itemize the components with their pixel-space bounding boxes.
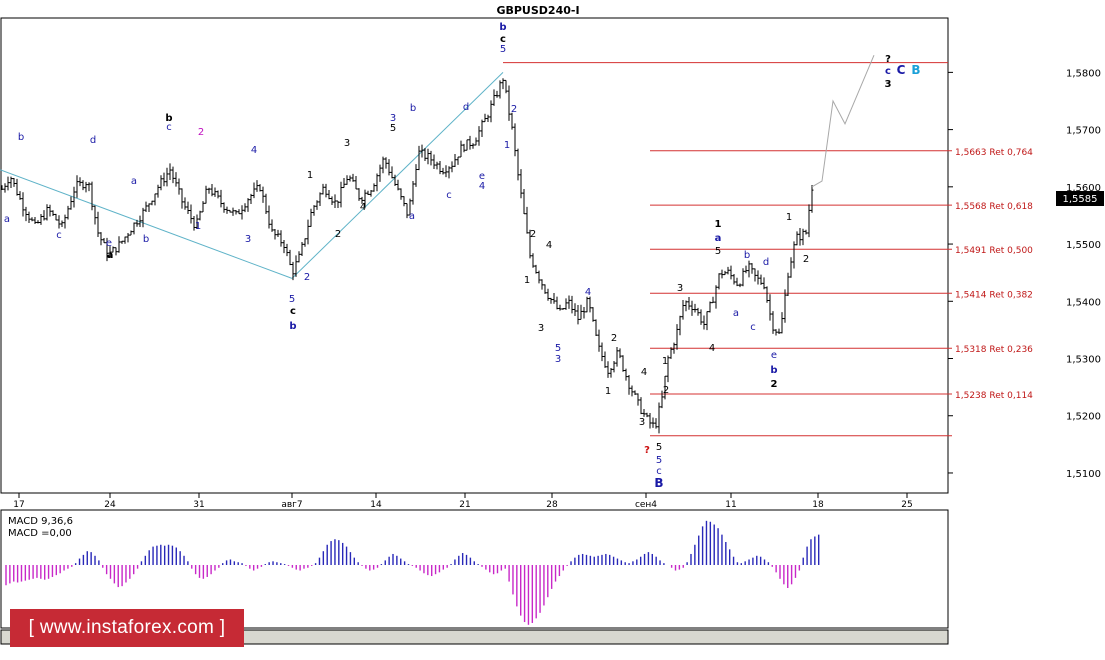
x-tick-label: 31 — [193, 500, 204, 510]
x-tick-label: 21 — [459, 500, 470, 510]
x-tick-label: 28 — [546, 500, 558, 510]
wave-label: C — [897, 63, 906, 77]
wave-label: b — [410, 103, 416, 114]
x-tick-label: 18 — [812, 500, 824, 510]
y-tick-label: 1,5800 — [1066, 68, 1101, 79]
wave-label: 2 — [771, 379, 778, 390]
wave-label: 3 — [677, 283, 683, 294]
wave-label: e — [106, 238, 112, 249]
y-tick-label: 1,5100 — [1066, 469, 1101, 480]
y-tick-label: 1,5300 — [1066, 355, 1101, 366]
wave-label: 3 — [344, 138, 350, 149]
wave-label: 1 — [605, 386, 611, 397]
x-tick-label: 24 — [104, 500, 116, 510]
wave-label: 1 — [504, 140, 510, 151]
wave-label: 3 — [885, 79, 892, 90]
chart-title: GBPUSD240-I — [496, 4, 579, 17]
x-tick-label: 14 — [370, 500, 382, 510]
wave-label: c — [166, 122, 172, 133]
fib-label: 1,5318 Ret 0,236 — [955, 345, 1033, 355]
wave-label: a — [131, 176, 137, 187]
y-tick-label: 1,5700 — [1066, 126, 1101, 137]
wave-label: 3 — [245, 234, 251, 245]
wave-label: 2 — [611, 333, 617, 344]
macd-label-2: MACD =0,00 — [8, 528, 72, 539]
y-tick-label: 1,5200 — [1066, 412, 1101, 423]
fib-label: 1,5663 Ret 0,764 — [955, 148, 1033, 158]
wave-label: b — [18, 132, 24, 143]
wave-label: d — [90, 135, 96, 146]
macd-label-1: MACD 9,36,6 — [8, 516, 73, 527]
wave-label: B — [911, 63, 920, 77]
x-tick-label: 17 — [13, 500, 24, 510]
wave-label: 2 — [663, 385, 669, 396]
wave-label: c — [56, 230, 62, 241]
fib-label: 1,5414 Ret 0,382 — [955, 290, 1033, 300]
wave-label: B — [654, 476, 663, 490]
wave-label: b — [289, 321, 296, 332]
wave-label: a — [4, 214, 10, 225]
wave-label: c — [290, 306, 296, 317]
x-tick-label: 11 — [725, 500, 736, 510]
wave-label: 1 — [195, 221, 201, 232]
wave-label: 5 — [390, 123, 396, 134]
wave-label: d — [463, 102, 469, 113]
wave-label: 2 — [198, 127, 204, 138]
wave-label: d — [763, 257, 769, 268]
wave-label: e — [771, 350, 777, 361]
fib-label: 1,5491 Ret 0,500 — [955, 246, 1033, 256]
x-tick-label: 25 — [901, 500, 912, 510]
x-tick-label: сен4 — [635, 500, 657, 510]
wave-label: 2 — [335, 229, 341, 240]
wave-label: 3 — [538, 323, 544, 334]
wave-label: a — [409, 211, 415, 222]
wave-label: 1 — [524, 275, 530, 286]
wave-label: a — [107, 250, 114, 261]
wave-label: 2 — [530, 229, 536, 240]
y-tick-label: 1,5500 — [1066, 240, 1101, 251]
fib-label: 1,5568 Ret 0,618 — [955, 202, 1033, 212]
wave-label: 4 — [585, 287, 591, 298]
instaforex-watermark: [ www.instaforex.com ] — [10, 609, 244, 647]
chart-window: GBPUSD240-I 1,5663 Ret 0,764 1,5568 Ret 0… — [0, 0, 1105, 660]
wave-label: 4 — [360, 202, 366, 213]
wave-label: 4 — [641, 367, 647, 378]
wave-label: 2 — [304, 272, 310, 283]
y-tick-label: 1,5400 — [1066, 297, 1101, 308]
wave-label: 2 — [511, 104, 517, 115]
wave-label: 1 — [307, 170, 313, 181]
wave-label: 5 — [500, 44, 506, 55]
wave-label: b — [770, 365, 777, 376]
current-price-label: 1,5585 — [1063, 194, 1098, 205]
wave-label: 4 — [709, 343, 715, 354]
fib-label: 1,5238 Ret 0,114 — [955, 391, 1033, 401]
wave-label: a — [733, 308, 739, 319]
wave-label: 4 — [251, 145, 257, 156]
wave-label: 5 — [656, 455, 662, 466]
wave-label: c — [446, 190, 452, 201]
wave-label: ? — [644, 445, 650, 456]
wave-label: 5 — [715, 246, 721, 257]
wave-label: 5 — [656, 442, 662, 453]
wave-label: 3 — [639, 417, 645, 428]
wave-label: c — [750, 322, 756, 333]
wave-label: 5 — [289, 294, 295, 305]
price-chart: GBPUSD240-I 1,5663 Ret 0,764 1,5568 Ret 0… — [0, 0, 1105, 660]
wave-label: b — [143, 234, 149, 245]
wave-label: 1 — [786, 212, 792, 223]
wave-label: b — [499, 22, 506, 33]
wave-label: 4 — [546, 240, 552, 251]
wave-label: 5 — [555, 343, 561, 354]
wave-label: 4 — [479, 181, 485, 192]
wave-label: ? — [885, 54, 891, 65]
wave-label: a — [715, 233, 722, 244]
wave-label: c — [885, 66, 891, 77]
wave-label: 1 — [662, 356, 668, 367]
wave-label: b — [744, 250, 750, 261]
wave-label: 2 — [803, 254, 809, 265]
wave-label: 3 — [555, 354, 561, 365]
x-tick-label: авг7 — [281, 500, 302, 510]
wave-label: 1 — [715, 219, 722, 230]
